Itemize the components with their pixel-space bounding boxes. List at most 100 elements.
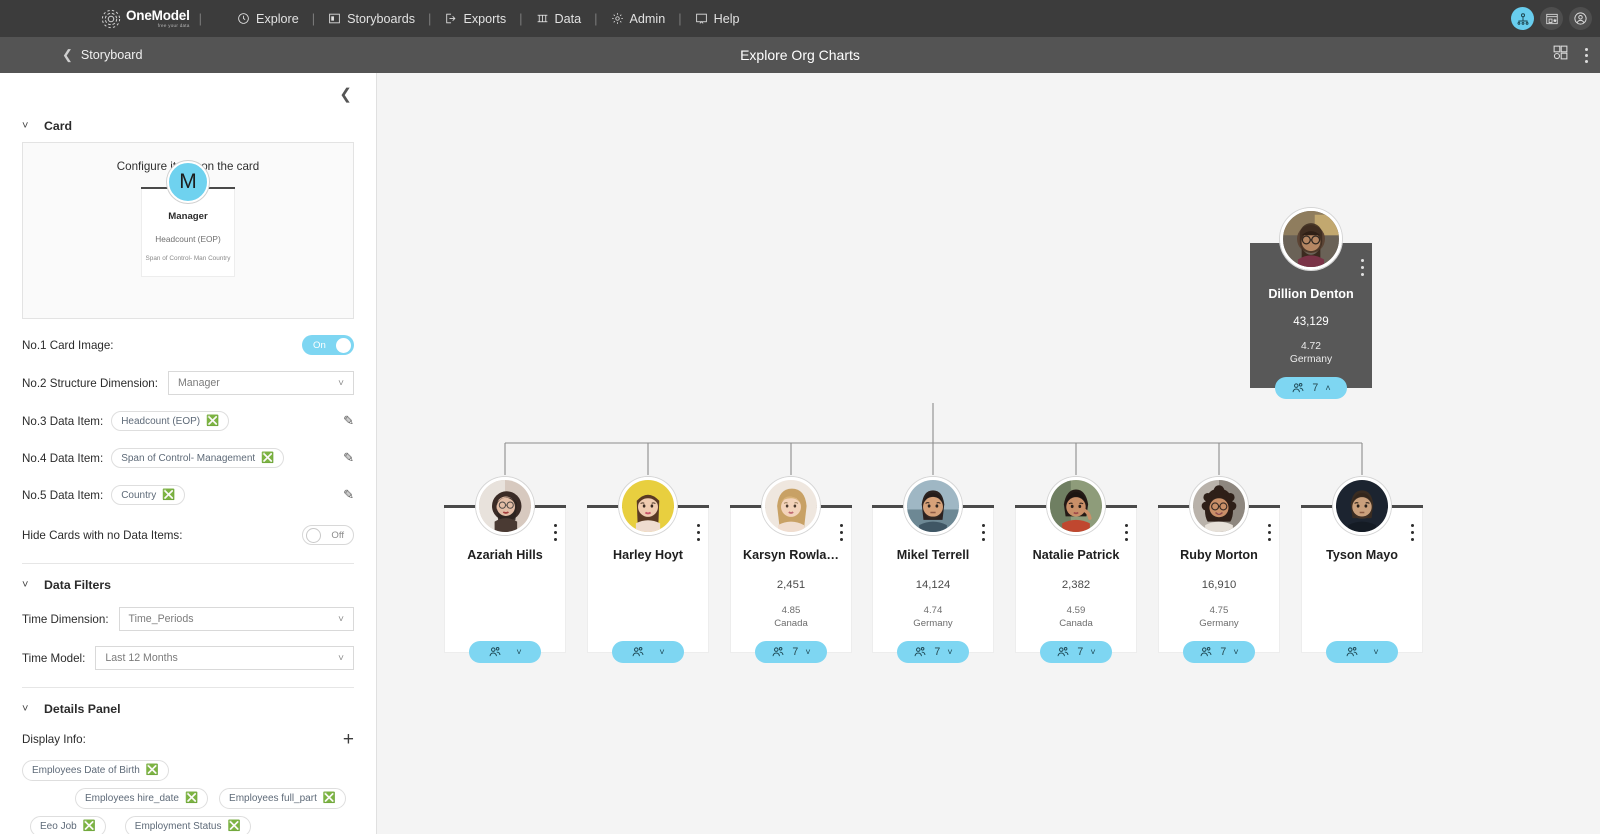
- card-value-3: Germany: [1289, 354, 1333, 365]
- chip-data-item-3[interactable]: Headcount (EOP) ❎: [111, 411, 230, 431]
- export-icon: [444, 12, 457, 25]
- chevron-down-icon: ˅: [947, 647, 953, 657]
- section-header-card[interactable]: ˅ Card: [22, 119, 354, 133]
- chevron-down-icon: ˅: [1090, 647, 1096, 657]
- chip-label: Employees Date of Birth: [32, 765, 140, 776]
- people-icon: [1057, 647, 1069, 657]
- remove-icon[interactable]: ❎: [261, 453, 274, 464]
- card-reports-pill[interactable]: ˅: [1326, 641, 1398, 663]
- card-reports-pill[interactable]: ˅: [612, 641, 684, 663]
- card-reports-pill[interactable]: 7 ˅: [897, 641, 969, 663]
- chip-display-info[interactable]: Employees full_part ❎: [219, 788, 346, 809]
- remove-icon[interactable]: ❎: [185, 793, 198, 804]
- card-value-1: 14,124: [915, 579, 951, 591]
- edit-data-item-3-icon[interactable]: ✎: [343, 413, 354, 429]
- nav-label-storyboards: Storyboards: [347, 11, 416, 26]
- nav-item-admin[interactable]: Admin: [607, 9, 670, 29]
- card-menu-icon[interactable]: [981, 524, 985, 541]
- row-time-model: Time Model: Last 12 Months ˅: [22, 646, 354, 670]
- org-card-child[interactable]: Ruby Morton 16,910 4.75 Germany 7 ˅: [1158, 477, 1280, 663]
- nav-item-help[interactable]: Help: [691, 9, 744, 29]
- org-card-child[interactable]: Karsyn Rowla… 2,451 4.85 Canada 7 ˅: [730, 477, 852, 663]
- chip-data-item-4[interactable]: Span of Control- Management ❎: [111, 448, 285, 468]
- card-preview[interactable]: M Manager Headcount (EOP) Span of Contro…: [141, 161, 235, 277]
- row-display-info: Display Info: +: [22, 728, 354, 750]
- card-menu-icon[interactable]: [696, 524, 700, 541]
- plus-icon[interactable]: +: [343, 730, 354, 749]
- chip-label: Employees hire_date: [85, 793, 179, 804]
- org-card-child[interactable]: Natalie Patrick 2,382 4.59 Canada 7 ˅: [1015, 477, 1137, 663]
- card-menu-icon[interactable]: [1410, 524, 1414, 541]
- chip-data-item-5[interactable]: Country ❎: [111, 485, 186, 505]
- chip-display-info[interactable]: Employees Date of Birth ❎: [22, 760, 169, 781]
- app-logo[interactable]: OneModel free your data: [100, 8, 190, 30]
- label-data-item-3: No.3 Data Item:: [22, 414, 104, 428]
- org-card-child[interactable]: Mikel Terrell 14,124 4.74 Germany 7 ˅: [872, 477, 994, 663]
- card-menu-icon[interactable]: [1360, 259, 1364, 276]
- nav-item-exports[interactable]: Exports: [440, 9, 510, 29]
- card-preview-box: Configure items on the card M Manager He…: [22, 142, 354, 319]
- avatar: [1333, 477, 1391, 535]
- section-title-card: Card: [44, 119, 73, 133]
- photo-male-beard-glasses: [1283, 211, 1339, 267]
- card-reports-pill[interactable]: 7 ˅: [1183, 641, 1255, 663]
- toggle-card-image[interactable]: On: [302, 335, 354, 355]
- chip-display-info[interactable]: Employees hire_date ❎: [75, 788, 209, 809]
- card-value-2: 4.74: [923, 605, 943, 616]
- select-time-model[interactable]: Last 12 Months ˅: [95, 646, 354, 670]
- help-icon: [695, 12, 708, 25]
- card-reports-pill[interactable]: 7 ˅: [755, 641, 827, 663]
- nav-label-help: Help: [713, 11, 740, 26]
- card-reports-pill[interactable]: 7 ˅: [1040, 641, 1112, 663]
- card-reports-pill[interactable]: ˅: [469, 641, 541, 663]
- people-icon: [489, 647, 501, 657]
- divider: [22, 687, 354, 688]
- user-account-icon-button[interactable]: [1569, 7, 1592, 30]
- top-right-actions: [1511, 0, 1592, 37]
- card-menu-icon[interactable]: [839, 524, 843, 541]
- chart-settings-icon[interactable]: [1552, 44, 1569, 66]
- chip-display-info[interactable]: Eeo Job ❎: [30, 816, 106, 834]
- org-chart-canvas[interactable]: Dillion Denton 43,129 4.72 Germany 7 ˄ A…: [377, 73, 1600, 834]
- org-card-child[interactable]: Azariah Hills ˅: [444, 477, 566, 663]
- card-value-2: 4.72: [1300, 341, 1322, 352]
- nav-item-storyboards[interactable]: Storyboards: [324, 9, 419, 29]
- org-card-root[interactable]: Dillion Denton 43,129 4.72 Germany 7 ˄: [1250, 208, 1372, 399]
- remove-icon[interactable]: ❎: [206, 416, 219, 427]
- nav-items: Explore | Storyboards | Exports | Data |: [233, 9, 743, 29]
- chip-display-info[interactable]: Employment Status ❎: [124, 816, 251, 834]
- chevron-down-icon: ˅: [338, 377, 344, 389]
- card-preview-topbar: M: [141, 161, 235, 203]
- section-header-data-filters[interactable]: ˅ Data Filters: [22, 578, 354, 592]
- remove-icon[interactable]: ❎: [162, 490, 175, 501]
- remove-icon[interactable]: ❎: [83, 821, 96, 832]
- toggle-hide-cards[interactable]: Off: [302, 525, 354, 545]
- remove-icon[interactable]: ❎: [323, 793, 336, 804]
- card-menu-icon[interactable]: [553, 524, 557, 541]
- overflow-menu-icon[interactable]: [1585, 47, 1588, 63]
- select-structure-dimension[interactable]: Manager ˅: [167, 371, 354, 395]
- edit-data-item-5-icon[interactable]: ✎: [343, 487, 354, 503]
- nav-item-data[interactable]: Data: [532, 9, 586, 29]
- org-card-child[interactable]: Tyson Mayo ˅: [1301, 477, 1423, 663]
- people-icon: [1346, 647, 1358, 657]
- card-reports-pill[interactable]: 7 ˄: [1275, 377, 1347, 399]
- dashboard-star-icon-button[interactable]: [1540, 7, 1563, 30]
- card-menu-icon[interactable]: [1124, 524, 1128, 541]
- remove-icon[interactable]: ❎: [146, 765, 159, 776]
- back-to-storyboard-link[interactable]: ❮ Storyboard: [62, 47, 143, 63]
- card-menu-icon[interactable]: [1267, 524, 1271, 541]
- sidebar-collapse-button[interactable]: ❮: [339, 87, 352, 102]
- org-chart-icon-button[interactable]: [1511, 7, 1534, 30]
- section-header-details-panel[interactable]: ˅ Details Panel: [22, 702, 354, 716]
- avatar: [1190, 477, 1248, 535]
- photo-female-glasses: [479, 480, 531, 532]
- toggle-hide-cards-label: Off: [331, 529, 344, 541]
- org-card-child[interactable]: Harley Hoyt ˅: [587, 477, 709, 663]
- avatar: [619, 477, 677, 535]
- chevron-down-icon: ˅: [805, 647, 811, 657]
- select-time-dimension[interactable]: Time_Periods ˅: [118, 607, 354, 631]
- nav-item-explore[interactable]: Explore: [233, 9, 303, 29]
- edit-data-item-4-icon[interactable]: ✎: [343, 450, 354, 466]
- remove-icon[interactable]: ❎: [228, 821, 241, 832]
